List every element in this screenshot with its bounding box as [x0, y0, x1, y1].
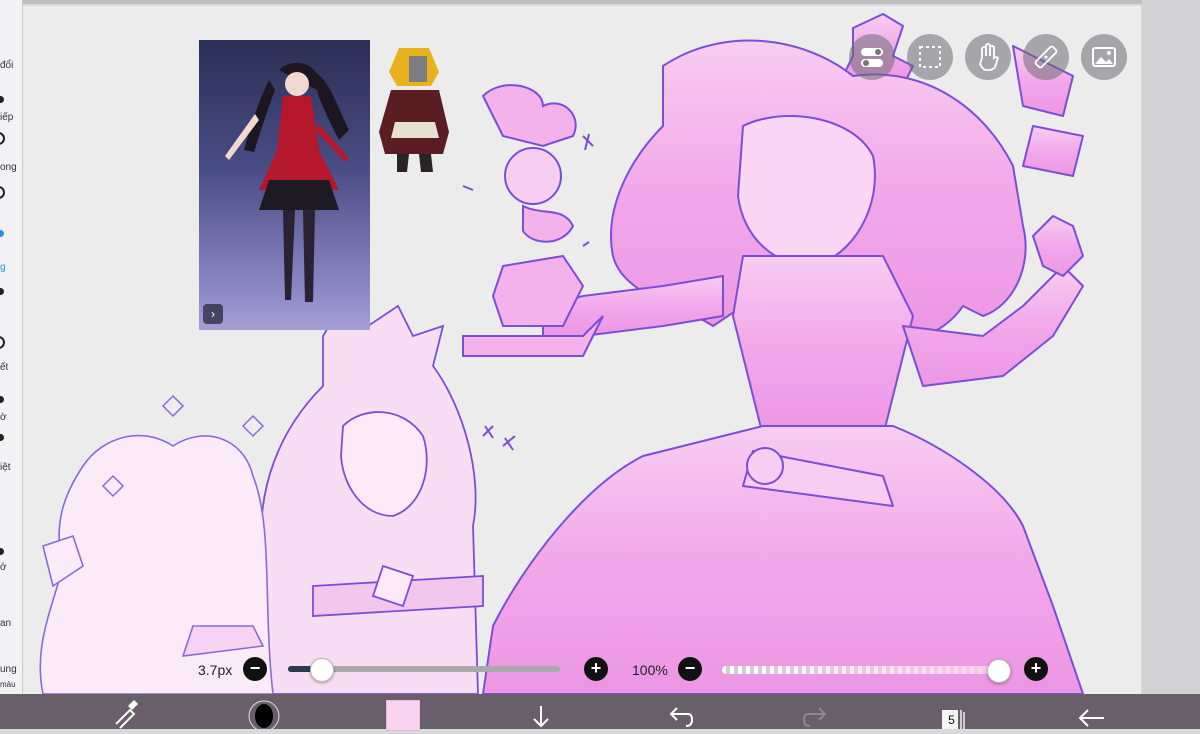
redo-icon	[802, 707, 827, 727]
brush-button[interactable]	[246, 696, 282, 732]
image-icon	[1092, 47, 1116, 67]
undo-icon	[669, 707, 694, 727]
left-tool-strip: đổi iếp ong g ết ờ iệt ớ an ung màu	[0, 0, 23, 694]
brush-size-increase-button[interactable]: +	[584, 657, 608, 681]
strip-item-label: iếp	[0, 112, 14, 123]
hand-tool-button[interactable]	[965, 34, 1011, 80]
back-arrow-icon	[1078, 709, 1104, 727]
hand-icon	[979, 43, 1000, 71]
minus-icon: −	[684, 658, 696, 678]
color-button[interactable]	[386, 700, 420, 731]
strip-marker-icon	[0, 186, 5, 199]
layer-count-badge: 5	[945, 712, 958, 728]
canvas-tool-bar	[849, 34, 1127, 80]
strip-marker-icon	[0, 96, 4, 103]
ruler-icon	[1034, 45, 1058, 69]
strip-item-label: g	[0, 262, 6, 273]
window-top-edge	[0, 0, 1200, 4]
strip-item-label: ờ	[0, 412, 7, 423]
minus-icon: −	[249, 658, 261, 678]
strip-item-label: ớ	[0, 562, 7, 573]
right-margin	[1142, 0, 1200, 694]
bottom-toolbar: 5	[0, 694, 1200, 732]
strip-item-1[interactable]: đổi	[0, 38, 22, 82]
opacity-slider[interactable]	[722, 659, 1011, 683]
ruler-button[interactable]	[1023, 34, 1069, 80]
plus-icon: +	[1030, 658, 1042, 678]
brush-size-value: 3.7px	[198, 662, 233, 678]
reference-avatar[interactable]	[369, 42, 459, 182]
chevron-right-icon: ›	[211, 307, 215, 321]
toggle-settings-button[interactable]	[849, 34, 895, 80]
arrow-down-icon	[533, 706, 549, 728]
strip-item-6[interactable]	[0, 286, 22, 330]
strip-item-label: iệt	[0, 462, 11, 473]
toggle-icon	[861, 48, 883, 67]
brush-size-slider[interactable]	[288, 658, 560, 682]
undo-button[interactable]	[662, 694, 696, 729]
strip-item-label: đổi	[0, 60, 14, 71]
strip-item-4[interactable]	[0, 184, 22, 228]
drawing-canvas[interactable]: ›	[23, 6, 1141, 694]
opacity-thumb[interactable]	[987, 659, 1011, 683]
brush-preview-icon	[248, 700, 280, 732]
brush-size-decrease-button[interactable]: −	[243, 657, 267, 681]
strip-item-5-active[interactable]: g	[0, 228, 22, 273]
canvas-artwork	[39, 13, 1084, 694]
image-material-button[interactable]	[1081, 34, 1127, 80]
strip-marker-icon	[0, 396, 4, 403]
strip-item-9[interactable]: iệt	[0, 434, 22, 492]
strip-marker-icon	[0, 230, 4, 237]
strip-item-label: an	[0, 618, 12, 629]
redo-button[interactable]	[800, 694, 834, 729]
tool-switch-button[interactable]	[108, 694, 144, 729]
strip-item-10[interactable]: ớ	[0, 534, 22, 578]
strip-item-label: ết	[0, 362, 9, 373]
opacity-value: 100%	[632, 662, 668, 678]
strip-marker-icon	[0, 548, 4, 555]
plus-icon: +	[590, 658, 602, 678]
strip-item-label: ong	[0, 162, 17, 173]
selection-button[interactable]	[907, 34, 953, 80]
dashed-selection-icon	[919, 46, 941, 68]
strip-item-7[interactable]: ết	[0, 334, 22, 378]
brush-slider-row: 3.7px − + 100% − +	[0, 656, 1200, 686]
strip-marker-icon	[0, 132, 5, 145]
download-button[interactable]	[526, 694, 556, 729]
brush-size-thumb[interactable]	[309, 658, 334, 682]
strip-item-3[interactable]: ong	[0, 130, 22, 174]
reference-image[interactable]: ›	[199, 40, 370, 330]
strip-item-2[interactable]: iếp	[0, 88, 22, 132]
back-button[interactable]	[1074, 694, 1108, 729]
strip-marker-icon	[0, 288, 4, 295]
strip-marker-icon	[0, 336, 5, 349]
expand-reference-button[interactable]: ›	[203, 304, 223, 324]
reference-figure	[225, 62, 349, 302]
opacity-increase-button[interactable]: +	[1024, 657, 1048, 681]
brush-swap-icon	[115, 700, 138, 729]
opacity-decrease-button[interactable]: −	[678, 657, 702, 681]
